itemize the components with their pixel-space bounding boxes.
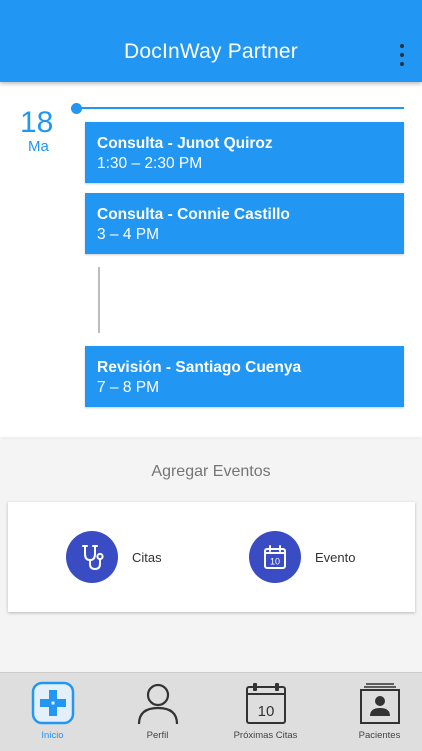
overflow-menu-button[interactable] bbox=[398, 44, 406, 66]
date-day: 18 bbox=[20, 106, 54, 139]
nav-label: Inicio bbox=[41, 730, 64, 741]
nav-label: Pacientes bbox=[358, 730, 401, 741]
bottom-navigation: Inicio Perfil 10 Próximas Citas Paciente… bbox=[0, 672, 422, 751]
patients-icon bbox=[358, 681, 402, 730]
nav-item-proximas-citas[interactable]: 10 Próximas Citas bbox=[213, 673, 318, 751]
add-events-card: Citas 10 Evento bbox=[8, 502, 415, 612]
current-time-line bbox=[78, 107, 404, 109]
date-weekday: Ma bbox=[28, 138, 49, 155]
day-timeline: 18 Ma Consulta - Junot Quiroz 1:30 – 2:3… bbox=[0, 82, 422, 439]
menu-dot-icon bbox=[400, 62, 404, 66]
event-time: 7 – 8 PM bbox=[97, 379, 160, 396]
person-icon bbox=[136, 681, 180, 730]
nav-item-inicio[interactable]: Inicio bbox=[0, 673, 105, 751]
add-appointment-label: Citas bbox=[132, 549, 162, 565]
add-events-title: Agregar Eventos bbox=[151, 463, 271, 480]
add-events-section: Agregar Eventos Citas 10 Evento bbox=[0, 439, 422, 672]
nav-item-pacientes[interactable]: Pacientes bbox=[327, 673, 422, 751]
add-appointment-button[interactable]: Citas bbox=[66, 531, 162, 583]
app-bar: DocInWay Partner bbox=[0, 0, 422, 82]
calendar-icon-number: 10 bbox=[270, 557, 280, 567]
calendar-icon: 10 bbox=[244, 681, 288, 730]
event-time: 3 – 4 PM bbox=[97, 226, 160, 243]
app-title: DocInWay Partner bbox=[124, 40, 298, 63]
event-title: Consulta - Connie Castillo bbox=[97, 206, 290, 223]
event-card[interactable]: Consulta - Connie Castillo 3 – 4 PM bbox=[85, 193, 404, 254]
nav-label: Próximas Citas bbox=[233, 730, 298, 741]
menu-dot-icon bbox=[400, 53, 404, 57]
event-title: Revisión - Santiago Cuenya bbox=[97, 359, 302, 376]
calendar-icon: 10 bbox=[249, 531, 301, 583]
current-time-dot bbox=[71, 103, 82, 114]
medical-cross-icon bbox=[31, 681, 75, 730]
stethoscope-icon bbox=[66, 531, 118, 583]
nav-label: Perfil bbox=[146, 730, 169, 741]
calendar-icon-number: 10 bbox=[257, 703, 274, 720]
nav-item-perfil[interactable]: Perfil bbox=[105, 673, 210, 751]
event-title: Consulta - Junot Quiroz bbox=[97, 135, 273, 152]
add-event-button[interactable]: 10 Evento bbox=[249, 531, 355, 583]
menu-dot-icon bbox=[400, 44, 404, 48]
event-card[interactable]: Consulta - Junot Quiroz 1:30 – 2:30 PM bbox=[85, 122, 404, 183]
add-event-label: Evento bbox=[315, 549, 356, 565]
event-time: 1:30 – 2:30 PM bbox=[97, 155, 203, 172]
event-card[interactable]: Revisión - Santiago Cuenya 7 – 8 PM bbox=[85, 346, 404, 407]
timeline-gap-line bbox=[98, 267, 100, 333]
